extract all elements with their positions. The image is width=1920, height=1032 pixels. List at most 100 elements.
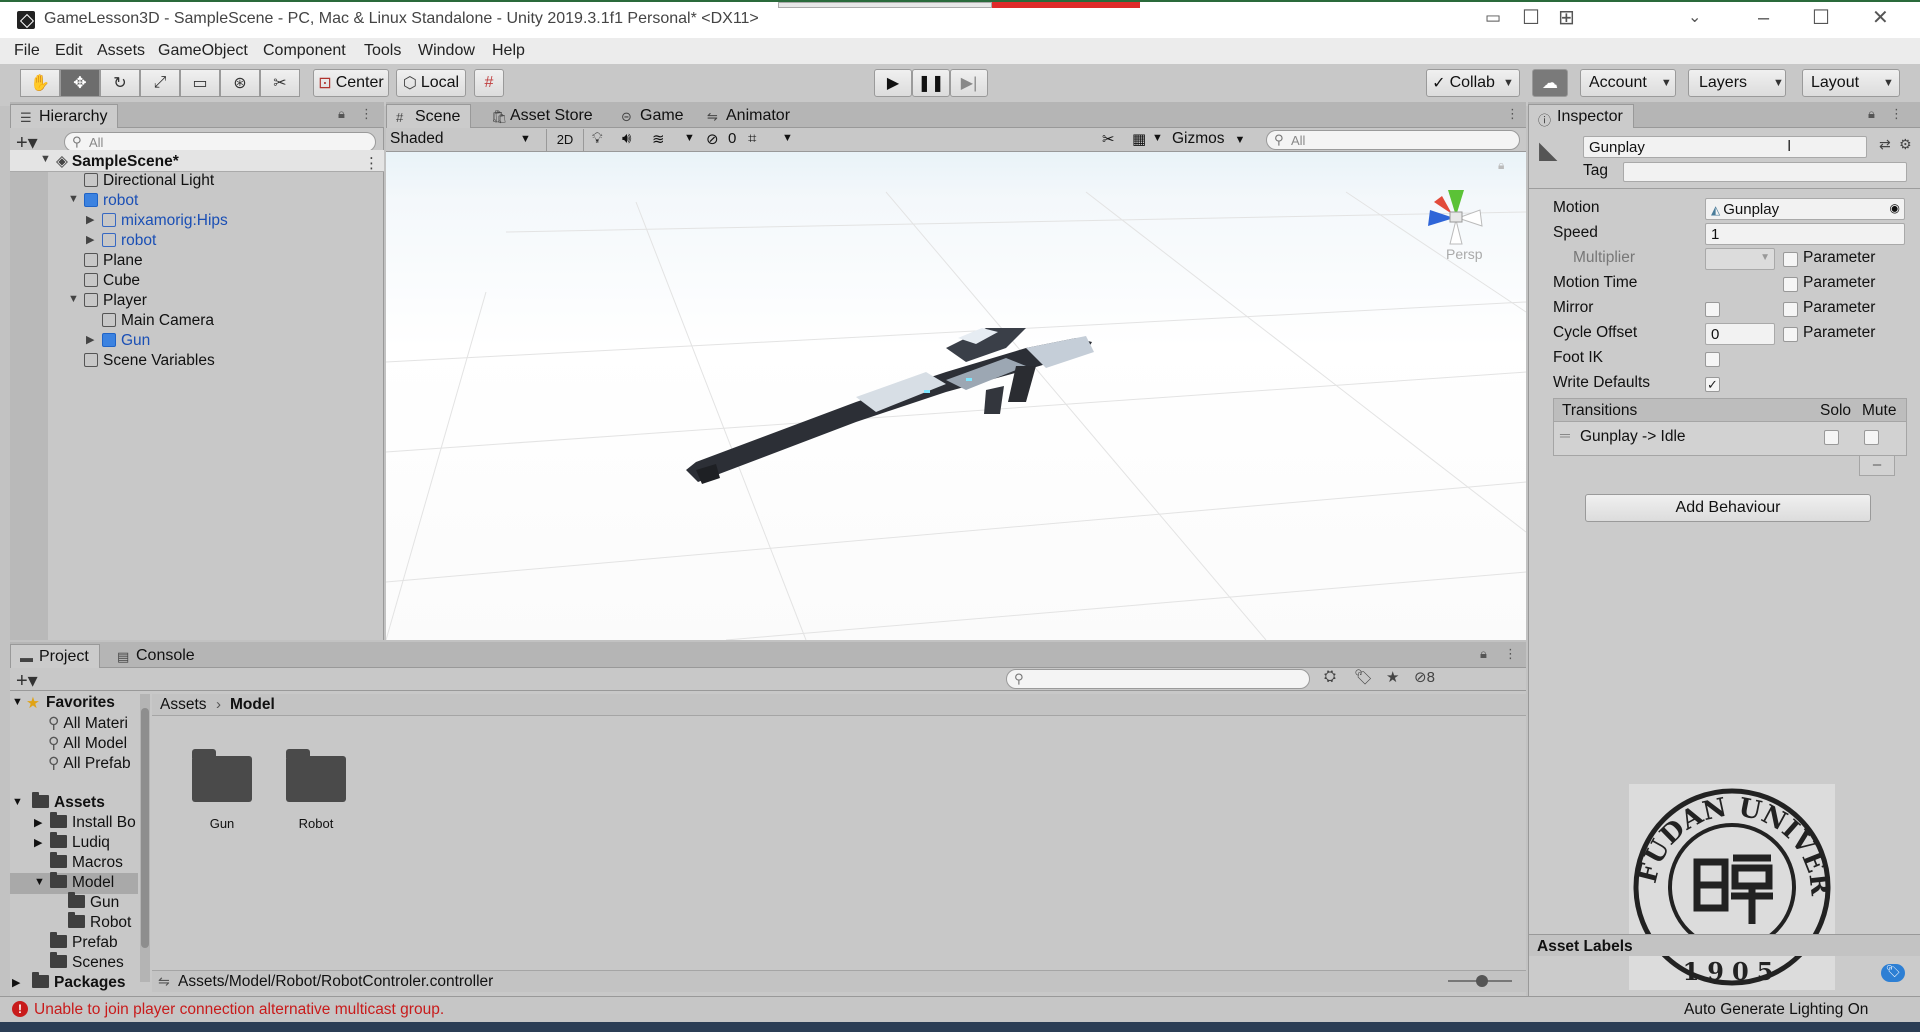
tree-item-favorites[interactable]: ▼ ★ Favorites — [12, 694, 115, 714]
hierarchy-item-player[interactable]: ▼ Player — [68, 292, 147, 312]
motion-time-parameter-checkbox[interactable] — [1783, 277, 1798, 292]
gizmos-dropdown[interactable]: Gizmos ▼ — [1172, 130, 1245, 150]
menu-edit[interactable]: Edit — [55, 42, 83, 60]
hierarchy-item-plane[interactable]: Plane — [84, 252, 143, 272]
move-tool-icon[interactable]: ✥ — [60, 69, 100, 97]
tab-inspector[interactable]: ⓘ Inspector — [1528, 104, 1634, 128]
menu-file[interactable]: File — [14, 42, 40, 60]
panel-menu-icon[interactable]: ⋮ — [1506, 106, 1519, 122]
mirror-parameter-checkbox[interactable] — [1783, 302, 1798, 317]
panel-menu-icon[interactable]: ⋮ — [1504, 646, 1517, 662]
tools-icon[interactable]: ✂ — [1102, 130, 1115, 148]
remove-transition-button[interactable]: – — [1859, 456, 1895, 476]
lock-icon[interactable]: 🔒︎ — [1868, 106, 1875, 122]
maximize-icon[interactable]: ☐ — [1812, 8, 1830, 28]
transform-tool-icon[interactable]: ⊛ — [220, 69, 260, 97]
collapse-arrow-icon[interactable]: ▶ — [86, 213, 94, 226]
hidden-objects-icon[interactable]: ⊘ — [706, 130, 719, 148]
state-name-input[interactable]: Gunplay — [1583, 136, 1867, 158]
tab-hierarchy[interactable]: ☰ Hierarchy — [10, 104, 119, 128]
close-icon[interactable]: ✕ — [1872, 8, 1889, 28]
tab-project[interactable]: ▬ Project — [10, 644, 100, 668]
asset-label-tag-icon[interactable]: 🏷︎ — [1881, 964, 1905, 982]
camera-dropdown-arrow-icon[interactable]: ▼ — [1152, 132, 1163, 144]
search-by-type-icon[interactable]: ⛭ — [1324, 668, 1336, 685]
menu-tools[interactable]: Tools — [364, 42, 401, 60]
hierarchy-item-robot[interactable]: ▼ robot — [68, 192, 138, 212]
drag-handle-icon[interactable]: ═ — [1560, 427, 1570, 443]
scene-orientation-gizmo[interactable] — [1416, 174, 1496, 254]
multiplier-parameter-checkbox[interactable] — [1783, 252, 1798, 267]
expand-arrow-icon[interactable]: ▼ — [68, 293, 79, 305]
search-by-label-icon[interactable]: 🏷︎ — [1354, 668, 1373, 686]
menu-assets[interactable]: Assets — [97, 42, 145, 60]
folder-tile-gun[interactable]: Gun — [182, 748, 262, 838]
menu-window[interactable]: Window — [418, 42, 475, 60]
hierarchy-item-cube[interactable]: Cube — [84, 272, 140, 292]
status-error-message[interactable]: Unable to join player connection alterna… — [34, 1001, 444, 1019]
project-search[interactable]: ⚲ — [1006, 669, 1310, 689]
mirror-checkbox[interactable] — [1705, 302, 1720, 317]
hierarchy-scene-root[interactable]: ▼ ◈ SampleScene* — [40, 152, 179, 172]
cloud-button[interactable]: ☁ — [1532, 69, 1568, 97]
layout-grid-icon[interactable]: ⊞ — [1558, 8, 1575, 28]
layout-single-icon[interactable]: ☐ — [1522, 8, 1540, 28]
collapse-arrow-icon[interactable]: ▶ — [86, 333, 94, 346]
panel-menu-icon[interactable]: ⋮ — [360, 106, 373, 122]
hierarchy-search[interactable]: ⚲ All — [64, 132, 376, 152]
lock-icon[interactable]: 🔒︎ — [1480, 646, 1487, 662]
account-dropdown[interactable]: Account ▼ — [1580, 69, 1676, 97]
lighting-bulb-icon[interactable]: 💡︎ — [592, 130, 603, 147]
cycle-offset-input[interactable]: 0 — [1705, 323, 1775, 345]
collapse-arrow-icon[interactable]: ▶ — [12, 976, 20, 989]
tab-console[interactable]: ▤ Console — [108, 644, 205, 668]
hierarchy-item-directional-light[interactable]: Directional Light — [84, 172, 214, 192]
scene-lock-icon[interactable]: 🔒︎ — [1498, 158, 1504, 173]
object-picker-icon[interactable]: ◉ — [1890, 201, 1900, 215]
grid-dropdown-arrow-icon[interactable]: ▼ — [782, 132, 793, 144]
cycle-offset-parameter-checkbox[interactable] — [1783, 327, 1798, 342]
add-behaviour-button[interactable]: Add Behaviour — [1585, 494, 1871, 522]
grid-icon[interactable]: ⌗ — [748, 130, 756, 147]
tree-item-all-models[interactable]: ⚲ All Model — [48, 734, 127, 754]
pivot-center-button[interactable]: ⊡ Center — [313, 69, 389, 97]
camera-icon[interactable]: ▦ — [1132, 130, 1146, 148]
menu-component[interactable]: Component — [263, 42, 346, 60]
scene-menu-icon[interactable]: ⋮ — [364, 154, 379, 172]
speed-input[interactable]: 1 — [1705, 223, 1905, 245]
layout-minimal-icon[interactable]: ▭ — [1485, 8, 1501, 28]
collapse-arrow-icon[interactable]: ▶ — [34, 836, 42, 849]
pivot-local-button[interactable]: ⬡ Local — [396, 69, 466, 97]
rotate-tool-icon[interactable]: ↻ — [100, 69, 140, 97]
hierarchy-item-gun[interactable]: ▶ Gun — [86, 332, 150, 352]
effects-dropdown-arrow-icon[interactable]: ▼ — [684, 132, 695, 144]
hierarchy-item-scene-variables[interactable]: Scene Variables — [84, 352, 215, 372]
tree-item-scenes[interactable]: Scenes — [50, 952, 124, 974]
collapse-arrow-icon[interactable]: ▶ — [34, 816, 42, 829]
expand-arrow-icon[interactable]: ▼ — [68, 193, 79, 205]
icon-size-slider-thumb[interactable] — [1476, 975, 1488, 987]
tree-item-robot[interactable]: Robot — [68, 912, 131, 934]
foot-ik-checkbox[interactable] — [1705, 352, 1720, 367]
audio-speaker-icon[interactable]: 🔊︎ — [622, 130, 631, 147]
hidden-packages-icon[interactable]: ⊘8 — [1414, 668, 1435, 686]
camera-projection-label[interactable]: Persp — [1446, 246, 1483, 262]
menu-help[interactable]: Help — [492, 42, 525, 60]
scale-tool-icon[interactable]: ⤢ — [140, 69, 180, 97]
tree-item-model[interactable]: ▼ Model — [34, 872, 114, 894]
expand-arrow-icon[interactable]: ▼ — [34, 876, 45, 888]
play-button[interactable]: ▶ — [874, 69, 912, 97]
chevron-down-icon[interactable]: ⌄ — [1688, 8, 1701, 28]
menu-gameobject[interactable]: GameObject — [158, 42, 248, 60]
hierarchy-item-mixamorig-hips[interactable]: ▶ mixamorig:Hips — [86, 212, 228, 232]
tree-item-prefab[interactable]: Prefab — [50, 932, 118, 954]
tab-scene[interactable]: # Scene — [386, 104, 472, 128]
motion-object-field[interactable]: ◭ Gunplay ◉ — [1705, 198, 1905, 220]
lock-icon[interactable]: 🔒︎ — [338, 106, 345, 122]
tree-item-gun[interactable]: Gun — [68, 892, 119, 914]
multiplier-dropdown[interactable]: ▼ — [1705, 248, 1775, 270]
expand-arrow-icon[interactable]: ▼ — [12, 696, 23, 708]
step-button[interactable]: ▶| — [950, 69, 988, 97]
tree-item-all-prefabs[interactable]: ⚲ All Prefab — [48, 754, 131, 774]
tab-asset-store[interactable]: 🛍︎ Asset Store — [482, 104, 603, 128]
